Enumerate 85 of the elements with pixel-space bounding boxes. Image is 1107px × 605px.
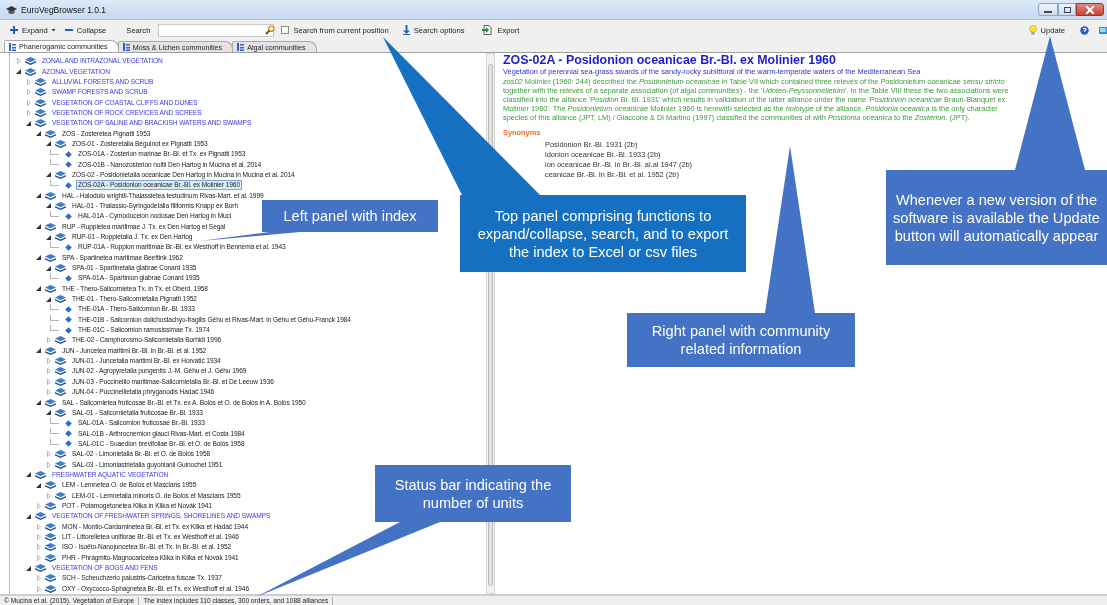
stack-icon bbox=[45, 284, 56, 293]
expanded-arrow-icon[interactable] bbox=[26, 120, 31, 126]
expanded-arrow-icon[interactable] bbox=[16, 69, 21, 74]
expanded-arrow-icon[interactable] bbox=[36, 224, 41, 230]
stack-icon bbox=[55, 491, 66, 500]
expanded-arrow-icon[interactable] bbox=[46, 141, 51, 147]
stack-icon bbox=[55, 367, 66, 376]
help-icon[interactable] bbox=[1080, 25, 1089, 35]
stack-icon bbox=[55, 202, 66, 210]
stack-icon bbox=[45, 522, 56, 531]
stack-icon bbox=[45, 543, 56, 552]
minus-icon bbox=[64, 26, 73, 34]
stack-icon bbox=[55, 336, 66, 345]
stack-icon bbox=[45, 222, 56, 231]
bulb-icon bbox=[1028, 25, 1037, 35]
caret-icon[interactable] bbox=[49, 26, 57, 34]
diamond-icon bbox=[65, 181, 72, 189]
list-icon bbox=[122, 43, 130, 51]
stack-icon bbox=[35, 512, 46, 521]
down-arrow-icon bbox=[402, 25, 410, 35]
window-icon[interactable] bbox=[1099, 25, 1107, 35]
stack-icon bbox=[35, 470, 46, 479]
stack-icon bbox=[45, 346, 56, 355]
document-icon bbox=[482, 25, 494, 35]
expanded-arrow-icon[interactable] bbox=[36, 286, 41, 292]
stack-icon bbox=[55, 408, 66, 417]
stack-icon bbox=[45, 191, 56, 200]
community-title: ZOS-02A - Posidonion oceanicae Br.-Bl. ex Molinier 1960 bbox=[503, 53, 836, 67]
expanded-arrow-icon[interactable] bbox=[46, 203, 51, 209]
stack-icon bbox=[35, 98, 46, 107]
stack-icon bbox=[45, 501, 56, 510]
stack-icon bbox=[55, 295, 66, 304]
stack-icon bbox=[55, 388, 66, 397]
expanded-arrow-icon[interactable] bbox=[46, 296, 51, 302]
diamond-icon bbox=[65, 274, 72, 282]
plus-icon bbox=[10, 26, 18, 34]
expanded-arrow-icon[interactable] bbox=[36, 193, 41, 199]
stack-icon bbox=[45, 533, 56, 541]
expanded-arrow-icon[interactable] bbox=[46, 265, 51, 271]
stack-icon bbox=[55, 450, 66, 459]
stack-icon bbox=[45, 584, 56, 593]
expanded-arrow-icon[interactable] bbox=[46, 172, 51, 178]
stack-icon bbox=[35, 77, 46, 86]
list-icon bbox=[9, 42, 16, 51]
minimize-button[interactable] bbox=[1038, 3, 1058, 16]
stack-icon bbox=[25, 67, 36, 76]
stack-icon bbox=[45, 553, 56, 562]
stack-icon bbox=[35, 88, 46, 97]
expanded-arrow-icon[interactable] bbox=[26, 472, 31, 478]
stack-icon bbox=[35, 119, 46, 128]
diamond-icon bbox=[65, 243, 72, 251]
stack-icon bbox=[45, 398, 56, 407]
expanded-arrow-icon[interactable] bbox=[36, 482, 41, 488]
stack-icon bbox=[55, 377, 66, 386]
stack-icon bbox=[35, 108, 46, 117]
callout: Top panel comprising functions to expand/collapse, search, and to export the index to Excel or csv files bbox=[460, 195, 746, 272]
expanded-arrow-icon[interactable] bbox=[36, 255, 41, 261]
stack-icon bbox=[45, 574, 56, 583]
expanded-arrow-icon[interactable] bbox=[26, 513, 31, 519]
stack-icon bbox=[45, 481, 56, 490]
stack-icon bbox=[35, 564, 46, 572]
search-field[interactable] bbox=[158, 23, 275, 37]
stack-icon bbox=[45, 129, 56, 138]
stack-icon bbox=[55, 170, 66, 179]
close-button[interactable] bbox=[1076, 3, 1104, 16]
list-icon bbox=[237, 43, 245, 51]
expanded-arrow-icon[interactable] bbox=[36, 348, 41, 354]
expanded-arrow-icon[interactable] bbox=[26, 565, 31, 571]
stack-icon bbox=[55, 264, 66, 273]
expanded-arrow-icon[interactable] bbox=[36, 400, 41, 405]
window-title: EuroVegBrowser 1.0.1 bbox=[21, 4, 107, 15]
stack-icon bbox=[45, 253, 56, 262]
expanded-arrow-icon[interactable] bbox=[46, 410, 51, 416]
stack-icon bbox=[55, 233, 66, 241]
stack-icon bbox=[55, 460, 66, 469]
maximize-button[interactable] bbox=[1058, 3, 1076, 16]
expanded-arrow-icon[interactable] bbox=[36, 131, 41, 137]
stack-icon bbox=[55, 139, 66, 148]
stack-icon bbox=[55, 357, 66, 366]
stack-icon bbox=[25, 57, 36, 66]
callout: Status bar indicating the number of units bbox=[375, 465, 571, 522]
expanded-arrow-icon[interactable] bbox=[46, 234, 51, 240]
cap-icon bbox=[6, 4, 17, 15]
diamond-icon bbox=[65, 212, 72, 220]
callout: Right panel with community related information bbox=[627, 313, 855, 367]
